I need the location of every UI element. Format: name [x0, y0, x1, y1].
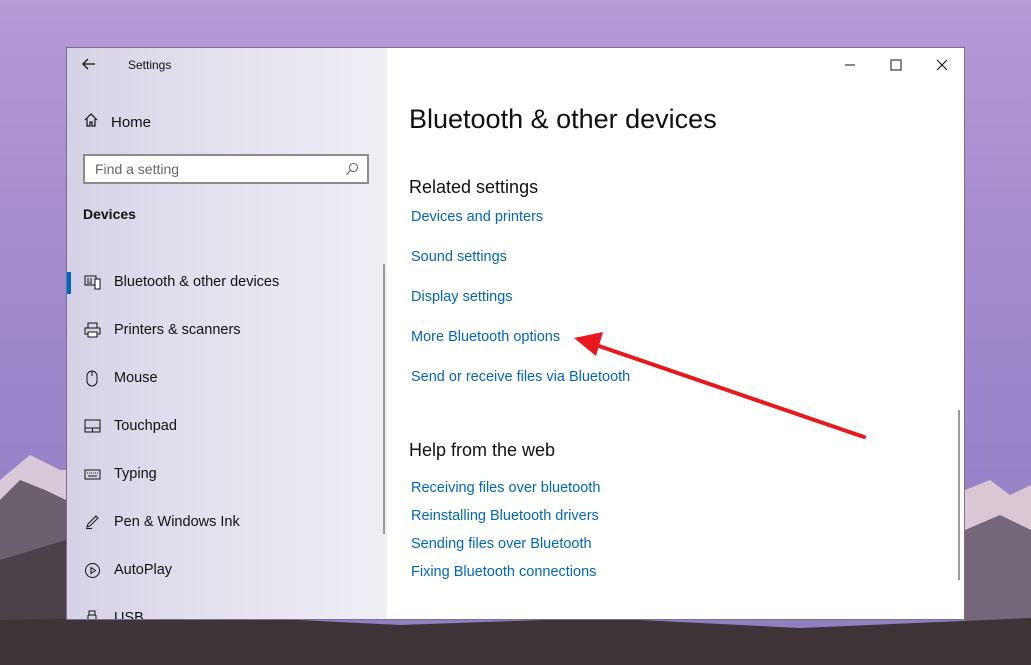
main-content: Bluetooth & other devices Related settin…: [387, 48, 964, 619]
autoplay-icon: [83, 561, 101, 579]
help-link-fixing-connections[interactable]: Fixing Bluetooth connections: [411, 564, 596, 580]
search-box[interactable]: [83, 154, 369, 184]
display-settings-link[interactable]: Display settings: [411, 289, 513, 305]
touchpad-icon: [83, 417, 101, 435]
sidebar-item-label: Mouse: [114, 370, 158, 386]
bluetooth-devices-icon: [83, 273, 101, 291]
sidebar-item-label: Typing: [114, 466, 157, 482]
sidebar-item-typing[interactable]: Typing: [67, 450, 387, 498]
mouse-icon: [83, 369, 101, 387]
sidebar-item-label: Touchpad: [114, 418, 177, 434]
sidebar-item-label: Bluetooth & other devices: [114, 274, 280, 290]
related-settings-heading: Related settings: [409, 177, 539, 197]
pen-icon: [83, 513, 101, 531]
help-link-reinstalling-drivers[interactable]: Reinstalling Bluetooth drivers: [411, 508, 599, 524]
app-title: Settings: [128, 58, 172, 72]
home-icon: [83, 112, 99, 132]
settings-window: Settings Home Devices Bluetooth & other …: [66, 47, 965, 620]
search-icon[interactable]: [345, 162, 359, 176]
search-input[interactable]: [93, 160, 345, 178]
sidebar-item-usb[interactable]: USB: [67, 594, 387, 620]
help-link-receiving-files[interactable]: Receiving files over bluetooth: [411, 480, 600, 496]
page-title: Bluetooth & other devices: [409, 104, 717, 134]
sidebar-item-printers[interactable]: Printers & scanners: [67, 306, 387, 354]
back-arrow-icon[interactable]: [81, 56, 101, 76]
sidebar-item-label: AutoPlay: [114, 562, 173, 578]
main-scrollbar[interactable]: [958, 410, 960, 580]
sound-settings-link[interactable]: Sound settings: [411, 249, 507, 265]
more-bluetooth-options-link[interactable]: More Bluetooth options: [411, 329, 560, 345]
section-heading: Devices: [83, 206, 136, 222]
maximize-icon[interactable]: [885, 56, 907, 74]
home-nav-item[interactable]: Home: [83, 112, 151, 132]
sidebar: Settings Home Devices Bluetooth & other …: [67, 48, 387, 619]
minimize-icon[interactable]: [839, 56, 861, 74]
usb-icon: [83, 609, 101, 619]
sidebar-item-label: Pen & Windows Ink: [114, 514, 240, 530]
close-icon[interactable]: [931, 56, 953, 74]
help-from-web-heading: Help from the web: [409, 440, 556, 460]
sidebar-nav: Bluetooth & other devices Printers & sca…: [67, 258, 387, 620]
help-link-sending-files[interactable]: Sending files over Bluetooth: [411, 536, 592, 552]
sidebar-item-bluetooth[interactable]: Bluetooth & other devices: [67, 258, 387, 306]
keyboard-icon: [83, 465, 101, 483]
sidebar-item-label: USB: [114, 610, 144, 620]
sidebar-item-label: Printers & scanners: [114, 322, 241, 338]
sidebar-item-touchpad[interactable]: Touchpad: [67, 402, 387, 450]
sidebar-scrollbar[interactable]: [383, 264, 385, 534]
home-label: Home: [111, 113, 152, 131]
devices-and-printers-link[interactable]: Devices and printers: [411, 209, 543, 225]
printer-icon: [83, 321, 101, 339]
sidebar-item-autoplay[interactable]: AutoPlay: [67, 546, 387, 594]
sidebar-item-pen[interactable]: Pen & Windows Ink: [67, 498, 387, 546]
sidebar-item-mouse[interactable]: Mouse: [67, 354, 387, 402]
send-receive-files-link[interactable]: Send or receive files via Bluetooth: [411, 369, 630, 385]
